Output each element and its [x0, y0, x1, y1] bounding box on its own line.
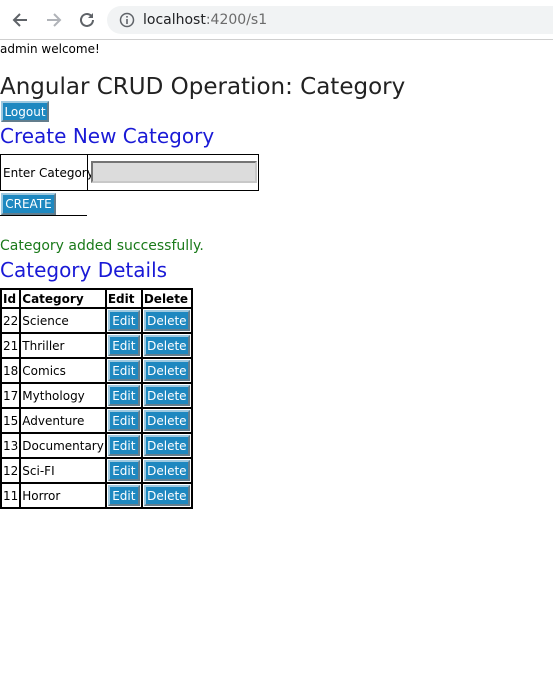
row-id: 17 — [1, 383, 21, 408]
table-row: 13 Documentary Edit Delete — [1, 433, 192, 458]
create-heading: Create New Category — [0, 124, 215, 148]
url-text: localhost:4200/s1 — [143, 12, 267, 28]
delete-button[interactable]: Delete — [143, 460, 190, 481]
category-label: Enter Category — [3, 166, 94, 180]
create-form: Enter Category — [0, 154, 259, 191]
logout-button[interactable]: Logout — [1, 101, 49, 122]
edit-button[interactable]: Edit — [107, 310, 140, 331]
table-row: 12 Sci-FI Edit Delete — [1, 458, 192, 483]
table-row: 11 Horror Edit Delete — [1, 483, 192, 508]
header-edit: Edit — [105, 289, 142, 308]
row-category: Documentary — [20, 433, 106, 458]
delete-button[interactable]: Delete — [143, 310, 190, 331]
table-row: 18 Comics Edit Delete — [1, 358, 192, 383]
url-host: localhost — [143, 12, 206, 28]
welcome-text: admin welcome! — [0, 42, 100, 56]
table-header-row: Id Category Edit Delete — [1, 289, 192, 308]
create-button[interactable]: CREATE — [1, 193, 56, 215]
row-category: Science — [20, 308, 106, 333]
row-category: Mythology — [20, 383, 106, 408]
reload-icon[interactable] — [75, 8, 99, 32]
row-category: Adventure — [20, 408, 106, 433]
row-id: 22 — [1, 308, 21, 333]
form-divider — [87, 155, 88, 191]
edit-button[interactable]: Edit — [107, 460, 140, 481]
edit-button[interactable]: Edit — [107, 435, 140, 456]
back-arrow-icon[interactable] — [8, 8, 32, 32]
table-row: 17 Mythology Edit Delete — [1, 383, 192, 408]
table-row: 22 Science Edit Delete — [1, 308, 192, 333]
edit-button[interactable]: Edit — [107, 335, 140, 356]
category-input[interactable] — [91, 161, 257, 183]
table-row: 15 Adventure Edit Delete — [1, 408, 192, 433]
success-message: Category added successfully. — [0, 238, 204, 254]
delete-button[interactable]: Delete — [143, 335, 190, 356]
header-id: Id — [1, 289, 21, 308]
header-delete: Delete — [141, 289, 192, 308]
delete-button[interactable]: Delete — [143, 385, 190, 406]
row-category: Comics — [20, 358, 106, 383]
delete-button[interactable]: Delete — [143, 485, 190, 506]
address-bar[interactable]: localhost:4200/s1 — [107, 6, 553, 34]
header-category: Category — [20, 289, 106, 308]
row-category: Thriller — [20, 333, 106, 358]
row-id: 11 — [1, 483, 21, 508]
delete-button[interactable]: Delete — [143, 435, 190, 456]
forward-arrow-icon[interactable] — [42, 8, 66, 32]
edit-button[interactable]: Edit — [107, 410, 140, 431]
row-id: 15 — [1, 408, 21, 433]
row-category: Sci-FI — [20, 458, 106, 483]
info-icon[interactable] — [119, 12, 135, 32]
table-row: 21 Thriller Edit Delete — [1, 333, 192, 358]
delete-button[interactable]: Delete — [143, 360, 190, 381]
row-id: 12 — [1, 458, 21, 483]
category-table: Id Category Edit Delete 22 Science Edit … — [0, 288, 193, 509]
edit-button[interactable]: Edit — [107, 360, 140, 381]
row-category: Horror — [20, 483, 106, 508]
form-underline — [0, 215, 87, 216]
details-heading: Category Details — [0, 258, 168, 282]
row-id: 21 — [1, 333, 21, 358]
url-port-path: :4200/s1 — [205, 12, 268, 28]
edit-button[interactable]: Edit — [107, 485, 140, 506]
browser-toolbar: localhost:4200/s1 — [0, 0, 553, 40]
delete-button[interactable]: Delete — [143, 410, 190, 431]
row-id: 13 — [1, 433, 21, 458]
page-title: Angular CRUD Operation: Category — [0, 74, 406, 100]
edit-button[interactable]: Edit — [107, 385, 140, 406]
row-id: 18 — [1, 358, 21, 383]
